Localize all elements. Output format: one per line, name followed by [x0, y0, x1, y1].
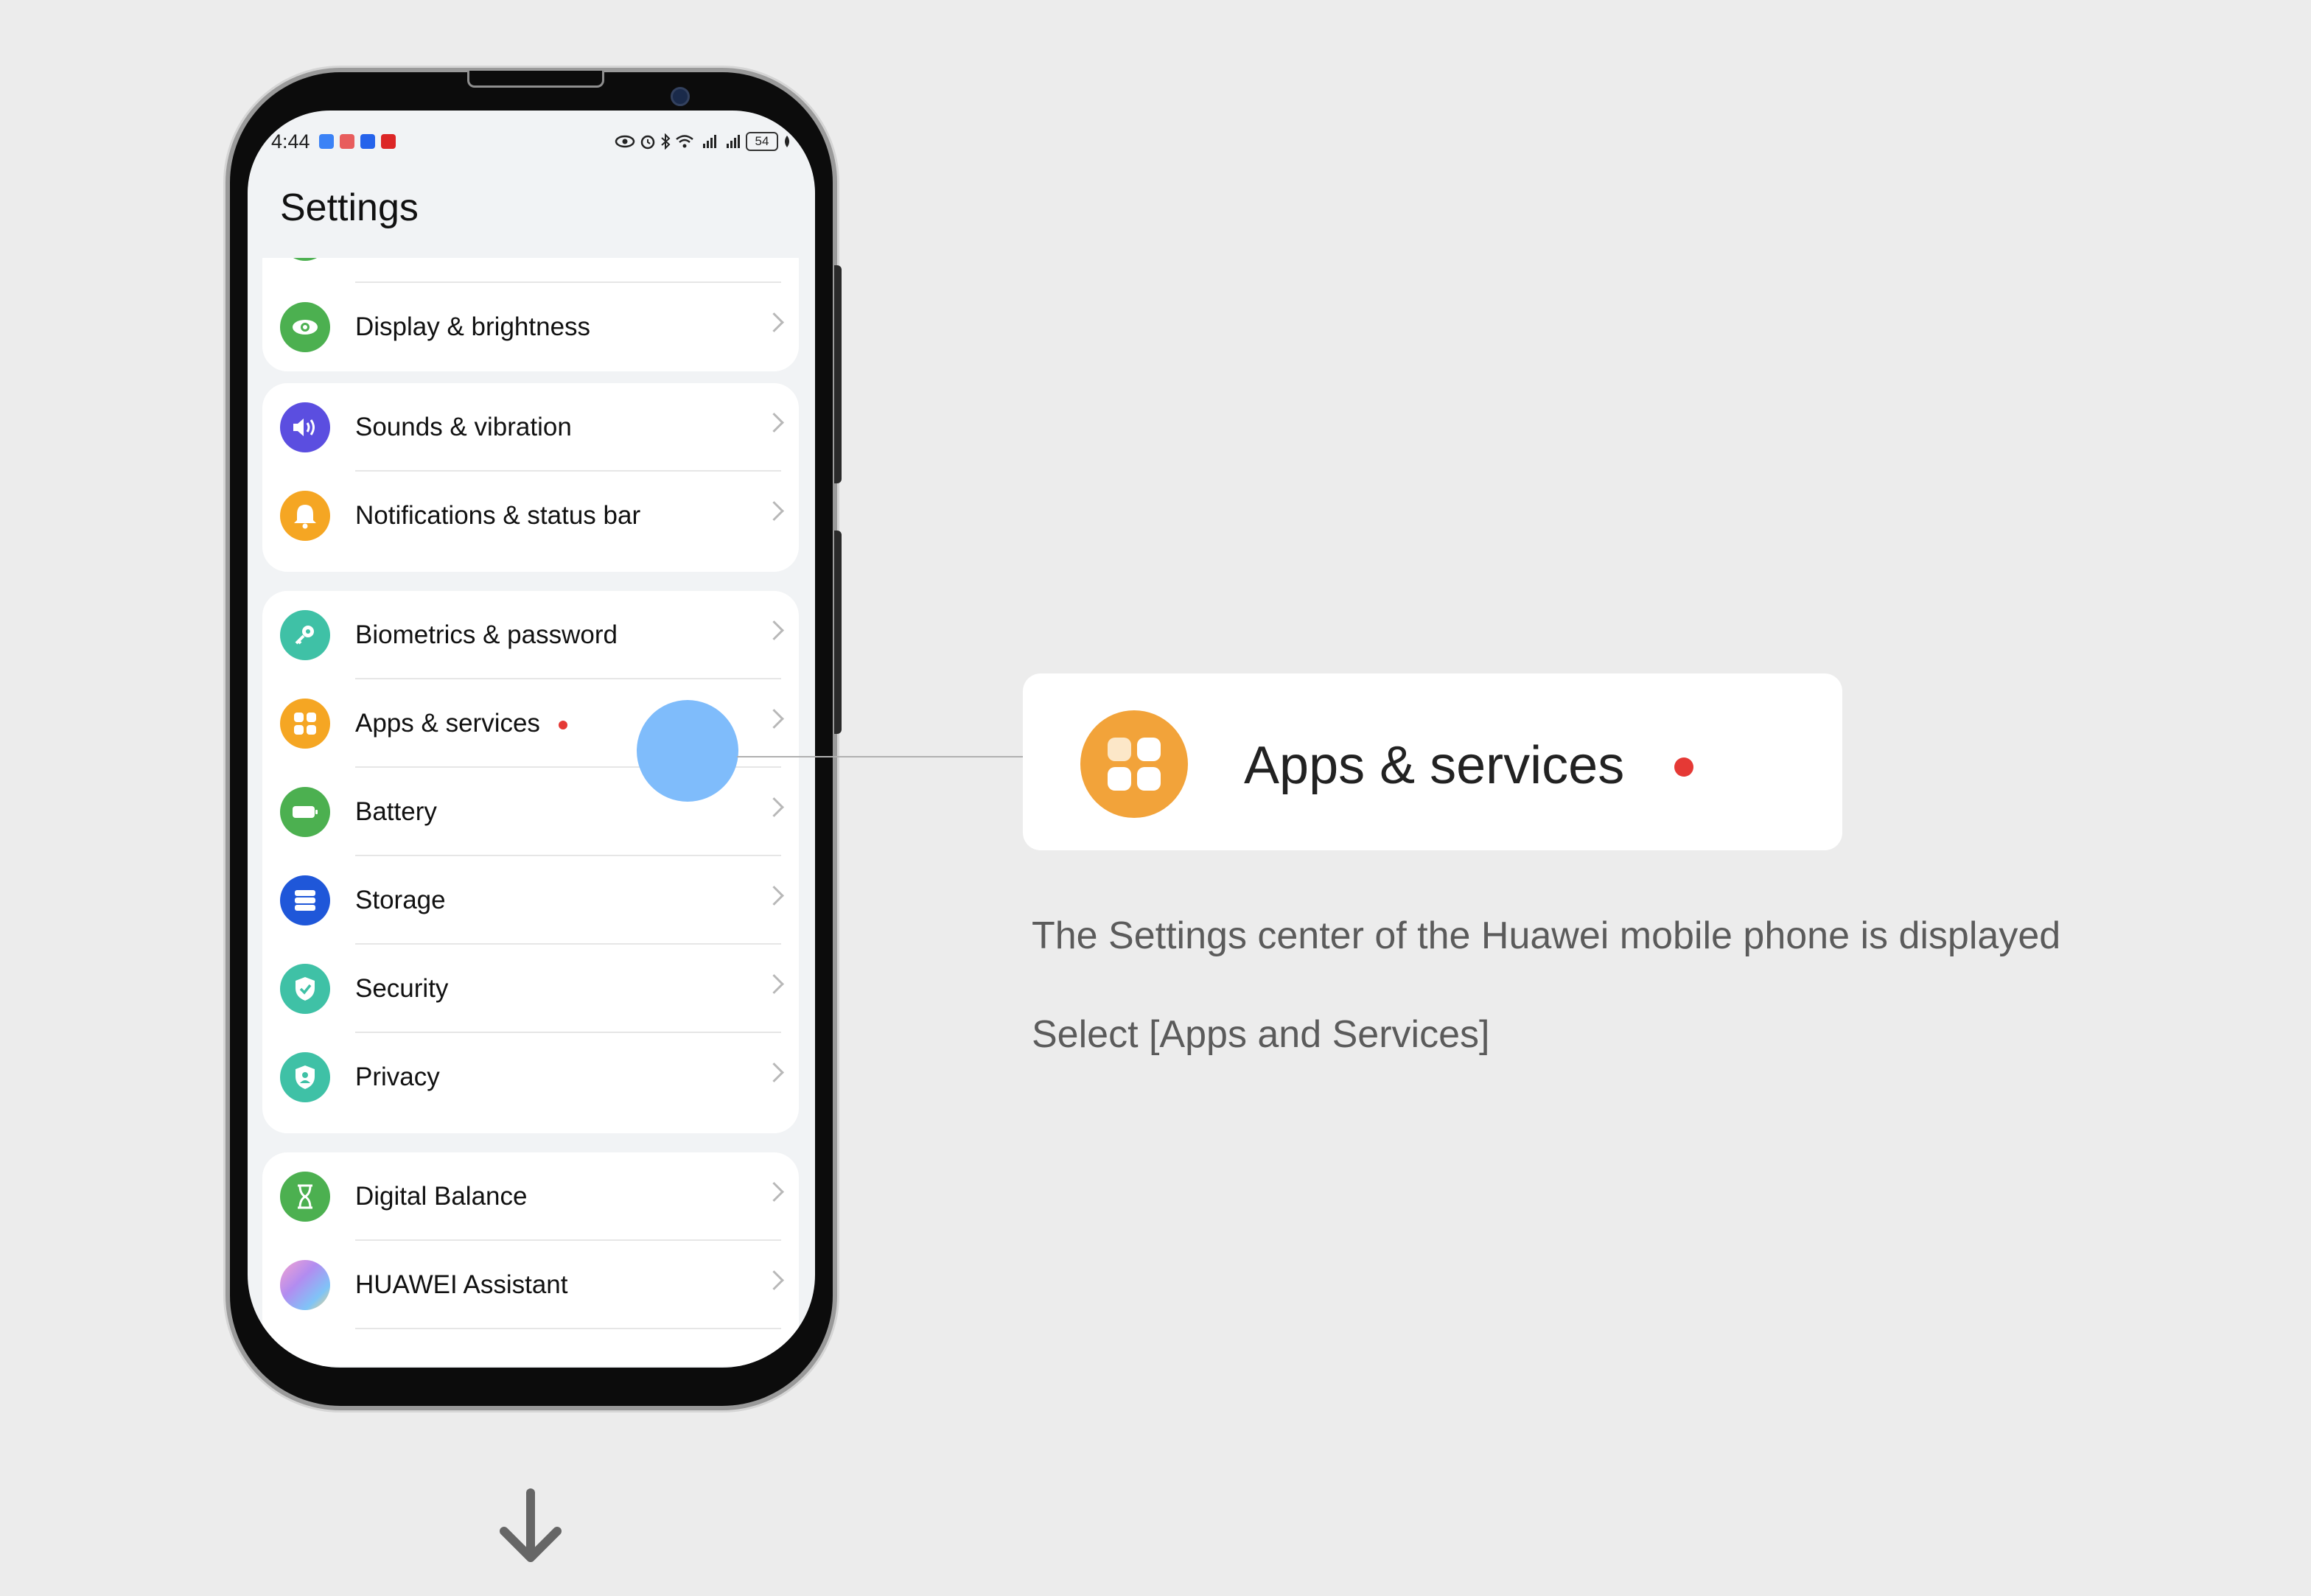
- signal-icon: [727, 135, 740, 148]
- bell-icon: [280, 491, 330, 541]
- settings-item-display[interactable]: Display & brightness: [262, 283, 799, 371]
- signal-icon: [703, 135, 716, 148]
- settings-icon: [280, 258, 330, 261]
- settings-item-label: Biometrics & password: [355, 620, 618, 649]
- settings-group: Display & brightness: [262, 258, 799, 371]
- settings-item-privacy[interactable]: Privacy: [262, 1033, 799, 1121]
- settings-item-label: HUAWEI Assistant: [355, 1270, 568, 1299]
- instruction-text: The Settings center of the Huawei mobile…: [1032, 914, 2061, 957]
- apps-icon: [280, 699, 330, 749]
- settings-item-notifications[interactable]: Notifications & status bar: [262, 472, 799, 560]
- settings-item-label: Sounds & vibration: [355, 413, 572, 441]
- privacy-icon: [280, 1052, 330, 1102]
- eye-icon: [615, 135, 635, 148]
- hourglass-icon: [280, 1172, 330, 1222]
- status-time: 4:44: [271, 130, 310, 153]
- notification-dot: [559, 721, 567, 729]
- leaf-icon: [785, 136, 789, 147]
- key-icon: [280, 610, 330, 660]
- settings-item-label: Security: [355, 974, 449, 1003]
- notification-app-icon: [318, 134, 334, 149]
- settings-item-label: Storage: [355, 886, 446, 914]
- chevron-right-icon: [764, 709, 784, 729]
- callout-label: Apps & services: [1244, 736, 1625, 795]
- divider: [355, 1328, 781, 1329]
- storage-icon: [280, 875, 330, 925]
- chevron-right-icon: [764, 620, 784, 640]
- settings-item-digital-balance[interactable]: Digital Balance: [262, 1152, 799, 1241]
- notification-app-icon: [360, 134, 375, 149]
- settings-item-security[interactable]: Security: [262, 945, 799, 1033]
- chevron-right-icon: [764, 1270, 784, 1290]
- front-camera: [671, 87, 690, 106]
- phone-frame: 4:44 54 Settings Display & brightness So…: [230, 71, 842, 1406]
- battery-indicator: 54: [746, 132, 778, 151]
- power-button: [834, 531, 842, 734]
- settings-group: Biometrics & password Apps & services Ba…: [262, 591, 799, 1133]
- settings-item-storage[interactable]: Storage: [262, 856, 799, 945]
- settings-item-huawei-assistant[interactable]: HUAWEI Assistant: [262, 1241, 799, 1329]
- volume-button: [834, 265, 842, 483]
- chevron-right-icon: [764, 413, 784, 433]
- arrow-down-icon: [500, 1488, 562, 1562]
- chevron-right-icon: [764, 797, 784, 817]
- settings-group: Digital Balance HUAWEI Assistant: [262, 1152, 799, 1366]
- settings-group: Sounds & vibration Notifications & statu…: [262, 383, 799, 572]
- settings-item-label: Battery: [355, 797, 437, 826]
- page-title: Settings: [280, 186, 419, 229]
- instruction-text: Select [Apps and Services]: [1032, 1013, 1490, 1056]
- status-bar: 4:44 54: [271, 127, 791, 156]
- eye-icon: [280, 302, 330, 352]
- alarm-icon: [640, 135, 655, 150]
- wifi-icon: [676, 135, 693, 148]
- notification-app-icon: [380, 134, 396, 149]
- shield-check-icon: [280, 964, 330, 1014]
- chevron-right-icon: [764, 1063, 784, 1082]
- chevron-right-icon: [764, 312, 784, 332]
- bluetooth-icon: [661, 133, 671, 150]
- chevron-right-icon: [764, 886, 784, 906]
- settings-item-label: Digital Balance: [355, 1182, 528, 1211]
- settings-item-label: Notifications & status bar: [355, 501, 641, 530]
- battery-icon: [280, 787, 330, 837]
- chevron-right-icon: [764, 974, 784, 994]
- chevron-right-icon: [764, 501, 784, 521]
- speaker-notch: [467, 71, 604, 88]
- assistant-icon: [280, 1260, 330, 1310]
- settings-item-label: Apps & services: [355, 709, 540, 738]
- notification-dot: [1674, 757, 1693, 777]
- settings-item-label: Display & brightness: [355, 312, 591, 341]
- chevron-right-icon: [764, 1182, 784, 1202]
- speaker-icon: [280, 402, 330, 452]
- notification-app-icon: [339, 134, 354, 149]
- apps-icon: [1080, 710, 1188, 818]
- zoom-callout: Apps & services: [1023, 673, 1842, 850]
- callout-connector-line: [737, 756, 1023, 757]
- settings-item-label: Privacy: [355, 1063, 440, 1091]
- touch-indicator: [637, 700, 738, 802]
- settings-item-sounds[interactable]: Sounds & vibration: [262, 383, 799, 472]
- settings-item-biometrics[interactable]: Biometrics & password: [262, 591, 799, 679]
- settings-list[interactable]: Display & brightness Sounds & vibration: [248, 258, 815, 1368]
